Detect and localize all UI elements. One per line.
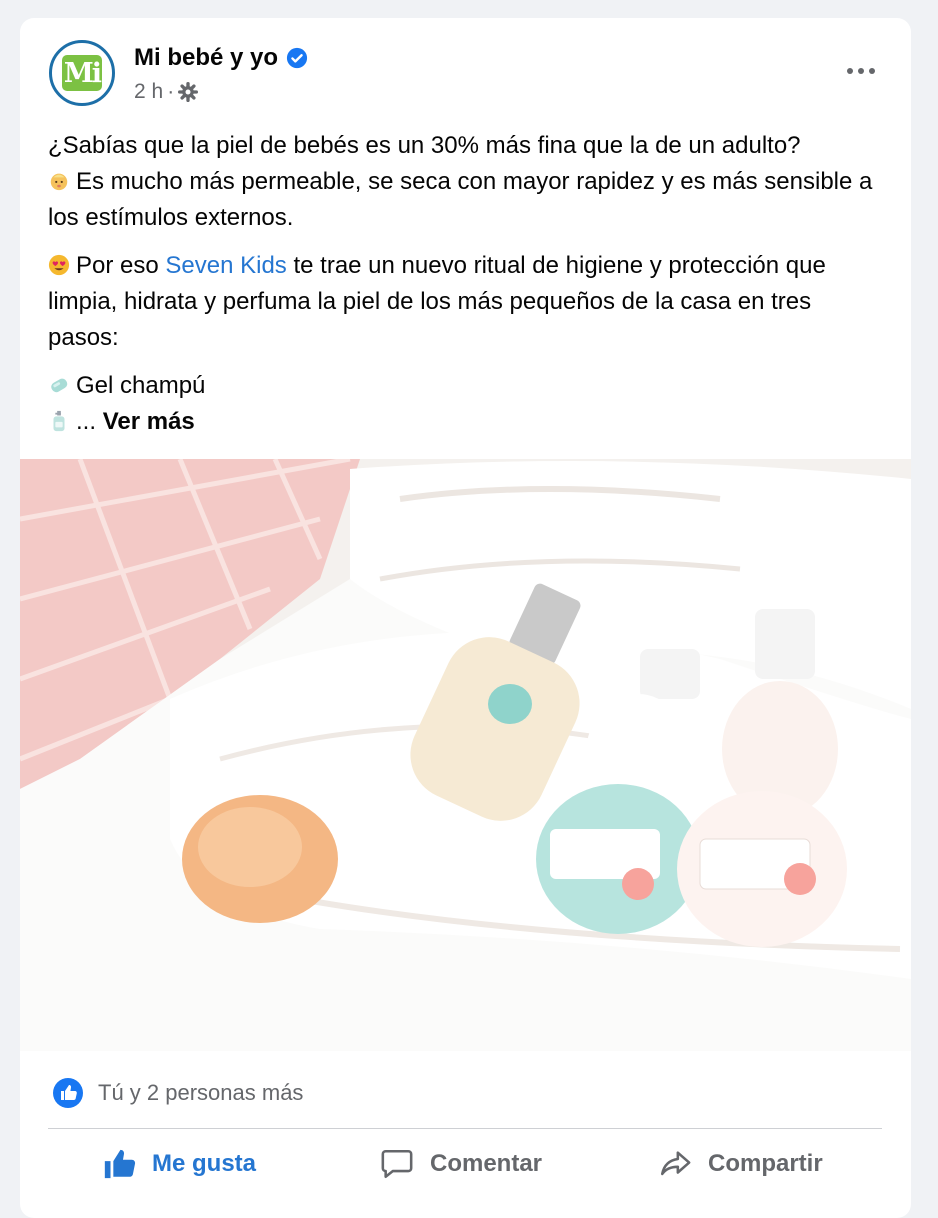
product-photo-illustration [20,459,911,1051]
more-dot [869,68,875,74]
soap-emoji-icon [51,378,68,393]
like-button[interactable]: Me gusta [102,1142,256,1186]
paragraph-2-prefix: Por eso [76,252,159,279]
more-dot [858,68,864,74]
truncation-ellipsis: ... [76,408,97,435]
comment-icon [381,1149,413,1179]
lotion-bottle-emoji-icon [53,410,65,432]
see-more-link[interactable]: Ver más [103,408,195,435]
reactions-summary[interactable]: Tú y 2 personas más [52,1076,303,1110]
post-header: Mi Mi bebé y yo 2 h · [20,18,911,128]
reactions-text: Tú y 2 personas más [98,1080,304,1105]
post-text: ¿Sabías que la piel de bebés es un 30% m… [48,128,878,452]
thumbs-up-icon [104,1149,136,1179]
seven-kids-link[interactable]: Seven Kids [165,252,286,279]
like-label: Me gusta [152,1150,257,1177]
more-options-icon[interactable] [841,56,881,86]
verified-badge-icon [286,47,308,69]
post-time[interactable]: 2 h [134,80,163,104]
more-dot [847,68,853,74]
post-meta: 2 h · [134,80,199,104]
post-photo[interactable] [20,459,911,1051]
meta-separator: · [167,80,175,103]
heart-eyes-emoji-icon [48,254,70,276]
share-label: Compartir [708,1150,823,1177]
page-name-row: Mi bebé y yo [134,44,308,72]
post-card: Mi Mi bebé y yo 2 h · ¿Sabías que la pie… [20,18,911,1218]
page-logo: Mi [62,55,102,91]
comment-button[interactable]: Comentar [380,1142,542,1186]
baby-emoji-icon [50,173,68,191]
paragraph-1-continued: Es mucho más permeable, se seca con mayo… [48,168,873,231]
share-icon [660,1151,691,1176]
paragraph-1: ¿Sabías que la piel de bebés es un 30% m… [48,128,878,236]
gear-icon[interactable] [178,82,199,102]
actions-divider [48,1128,882,1129]
comment-label: Comentar [430,1150,543,1177]
share-button[interactable]: Compartir [658,1142,823,1186]
like-reaction-icon [53,1078,83,1108]
action-bar: Me gusta Comentar Compartir [20,1136,911,1196]
page-name[interactable]: Mi bebé y yo [134,44,278,72]
paragraph-1-line: ¿Sabías que la piel de bebés es un 30% m… [48,132,801,159]
logo-text: Mi [63,57,102,89]
paragraph-2: Por eso Seven Kids te trae un nuevo ritu… [48,248,878,356]
page-avatar[interactable]: Mi [49,40,115,106]
paragraph-3: Gel champú ... Ver más [48,368,878,440]
list-item-gel: Gel champú [76,372,206,399]
